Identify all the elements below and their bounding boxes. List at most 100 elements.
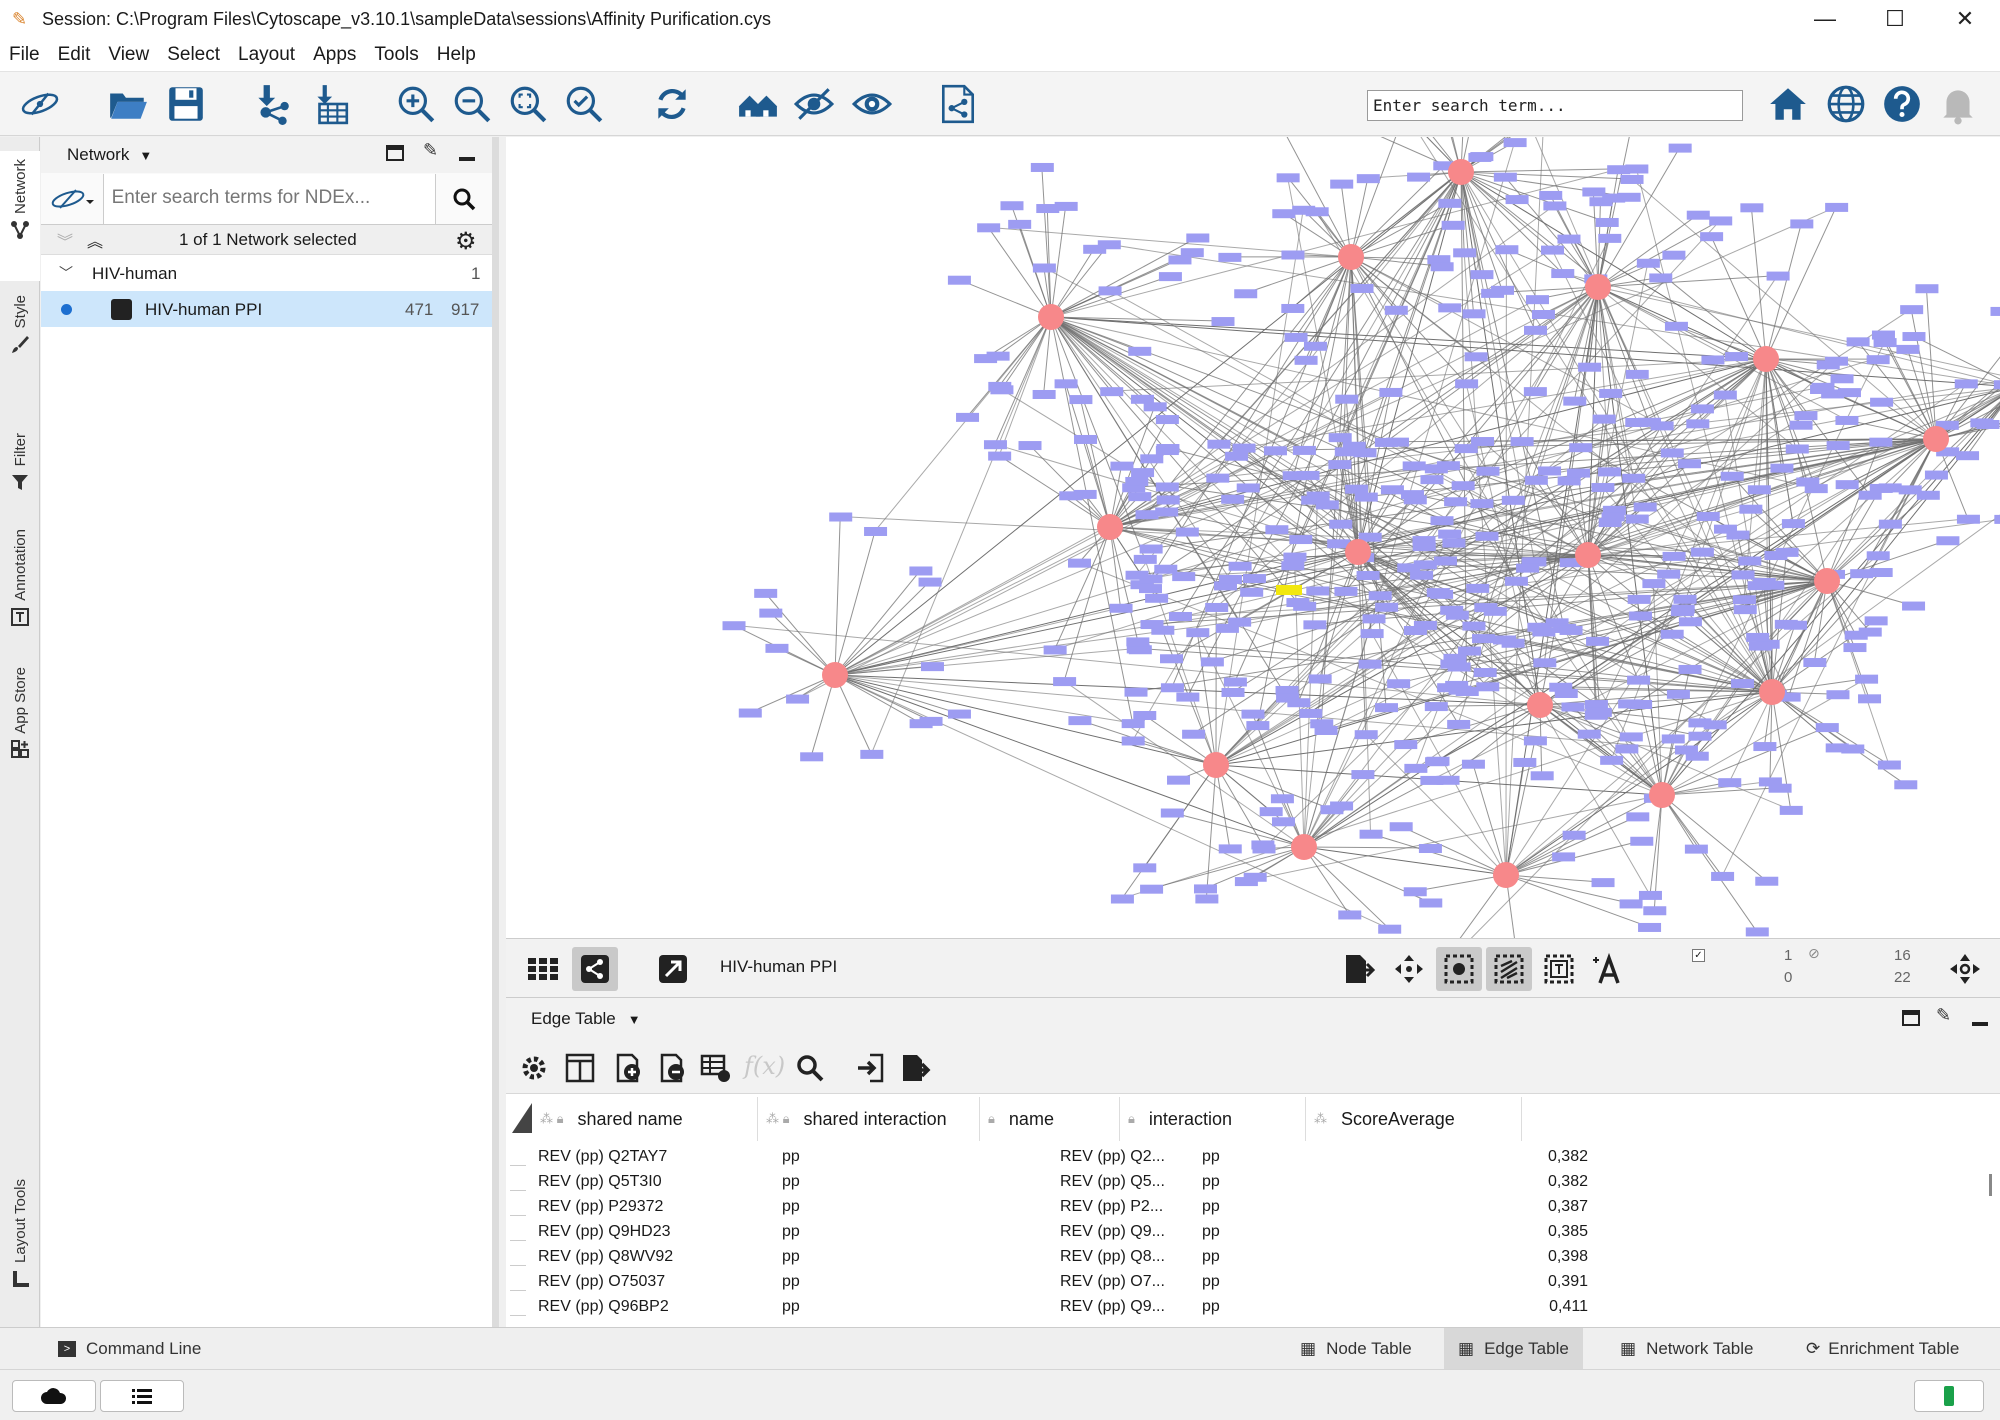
protein-node[interactable] <box>1418 844 1442 854</box>
protein-node[interactable] <box>1338 910 1362 920</box>
tab-app-store[interactable]: App Store <box>0 657 40 787</box>
protein-node[interactable] <box>1389 822 1413 832</box>
expand-all-icon[interactable]: ︽ <box>87 228 103 252</box>
protein-node[interactable] <box>1539 190 1563 200</box>
protein-node[interactable] <box>1259 807 1283 817</box>
protein-node[interactable] <box>1308 674 1332 684</box>
protein-node[interactable] <box>1043 645 1067 655</box>
protein-node[interactable] <box>1228 561 1252 571</box>
node-table-tab[interactable]: ▦ Node Table <box>1286 1328 1426 1370</box>
protein-node[interactable] <box>1526 295 1550 305</box>
protein-node[interactable] <box>1869 568 1893 578</box>
protein-node[interactable] <box>1796 477 1820 487</box>
protein-node[interactable] <box>1283 552 1307 562</box>
protein-node[interactable] <box>1328 433 1352 443</box>
protein-node[interactable] <box>1924 470 1948 480</box>
protein-node[interactable] <box>1175 527 1199 537</box>
protein-node[interactable] <box>1110 461 1134 471</box>
protein-node[interactable] <box>1155 415 1179 425</box>
new-network-from-selection-icon[interactable] <box>934 80 982 128</box>
hiv-protein-node[interactable] <box>1448 159 1474 185</box>
protein-node[interactable] <box>1384 305 1408 315</box>
protein-node[interactable] <box>1732 595 1756 605</box>
table-row[interactable]: REV (pp) O75037 pp REV (pp) O7... pp 0,391 <box>506 1270 2000 1295</box>
zoom-selected-icon[interactable] <box>560 80 608 128</box>
protein-node[interactable] <box>1221 687 1245 697</box>
protein-node[interactable] <box>1155 507 1179 517</box>
protein-node[interactable] <box>1495 245 1519 255</box>
protein-node[interactable] <box>1915 284 1939 294</box>
protein-node[interactable] <box>786 694 810 704</box>
protein-node[interactable] <box>1636 258 1660 268</box>
menu-apps[interactable]: Apps <box>304 44 365 66</box>
protein-node[interactable] <box>1402 461 1426 471</box>
protein-node[interactable] <box>1826 690 1850 700</box>
help-icon[interactable] <box>1878 80 1926 128</box>
protein-node[interactable] <box>800 752 824 762</box>
globe-icon[interactable] <box>1822 80 1870 128</box>
protein-node[interactable] <box>1643 906 1667 916</box>
protein-node[interactable] <box>1303 620 1327 630</box>
protein-node[interactable] <box>1602 193 1626 203</box>
table-row[interactable]: REV (pp) Q9HD23 pp REV (pp) Q9... pp 0,385 <box>506 1220 2000 1245</box>
protein-node[interactable] <box>1345 484 1369 494</box>
protein-node[interactable] <box>1218 252 1242 262</box>
protein-node[interactable] <box>1896 344 1920 354</box>
protein-node[interactable] <box>1563 396 1587 406</box>
protein-node[interactable] <box>1135 510 1159 520</box>
protein-node[interactable] <box>1718 778 1742 788</box>
protein-node[interactable] <box>986 351 1010 361</box>
network-graph[interactable] <box>506 137 2000 938</box>
protein-node[interactable] <box>1430 516 1454 526</box>
protein-node[interactable] <box>1167 775 1191 785</box>
protein-node[interactable] <box>1074 434 1098 444</box>
table-row[interactable]: REV (pp) Q96BP2 pp REV (pp) Q9... pp 0,411 <box>506 1295 2000 1320</box>
gear-icon[interactable]: ⚙ <box>455 227 477 256</box>
protein-node[interactable] <box>1251 840 1275 850</box>
menu-help[interactable]: Help <box>428 44 485 66</box>
protein-node[interactable] <box>1240 587 1264 597</box>
protein-node[interactable] <box>1139 544 1163 554</box>
protein-node[interactable] <box>1426 756 1450 766</box>
protein-node[interactable] <box>1493 172 1517 182</box>
protein-node[interactable] <box>1586 636 1610 646</box>
column-header-interaction[interactable]: 🔒︎ interaction <box>1120 1097 1306 1141</box>
hiv-protein-node[interactable] <box>1923 426 1949 452</box>
zoom-out-icon[interactable] <box>448 80 496 128</box>
protein-node[interactable] <box>1620 174 1644 184</box>
protein-node[interactable] <box>1748 641 1772 651</box>
protein-node[interactable] <box>1700 232 1724 242</box>
protein-node[interactable] <box>1738 556 1762 566</box>
search-icon[interactable] <box>790 1048 830 1088</box>
menu-file[interactable]: File <box>0 44 49 66</box>
formula-fx-icon[interactable]: f(x) <box>744 1052 785 1080</box>
column-header-score-average[interactable]: ⁂ ScoreAverage <box>1306 1097 1522 1141</box>
protein-node[interactable] <box>1789 420 1813 430</box>
protein-node[interactable] <box>1351 770 1375 780</box>
protein-node[interactable] <box>1447 662 1471 672</box>
protein-node[interactable] <box>1684 844 1708 854</box>
memory-status-button[interactable] <box>1914 1380 1984 1412</box>
protein-node[interactable] <box>1139 574 1163 584</box>
protein-node[interactable] <box>1018 441 1042 451</box>
protein-node[interactable] <box>1158 272 1182 282</box>
protein-node[interactable] <box>1701 355 1725 365</box>
protein-node[interactable] <box>1195 894 1219 904</box>
protein-node[interactable] <box>1160 683 1184 693</box>
protein-node[interactable] <box>1453 248 1477 258</box>
protein-node[interactable] <box>1475 531 1499 541</box>
protein-node[interactable] <box>1473 668 1497 678</box>
protein-node[interactable] <box>1447 719 1471 729</box>
protein-node[interactable] <box>1740 203 1764 213</box>
protein-node[interactable] <box>1354 730 1378 740</box>
protein-node[interactable] <box>1864 616 1888 626</box>
protein-node[interactable] <box>1126 637 1150 647</box>
pan-icon[interactable] <box>1386 947 1432 991</box>
protein-node[interactable] <box>1281 303 1305 313</box>
row-handle[interactable] <box>510 1265 526 1266</box>
protein-node[interactable] <box>1211 317 1235 327</box>
row-handle[interactable] <box>510 1240 526 1241</box>
protein-node[interactable] <box>1186 628 1210 638</box>
protein-node[interactable] <box>1140 454 1164 464</box>
protein-node[interactable] <box>1523 387 1547 397</box>
